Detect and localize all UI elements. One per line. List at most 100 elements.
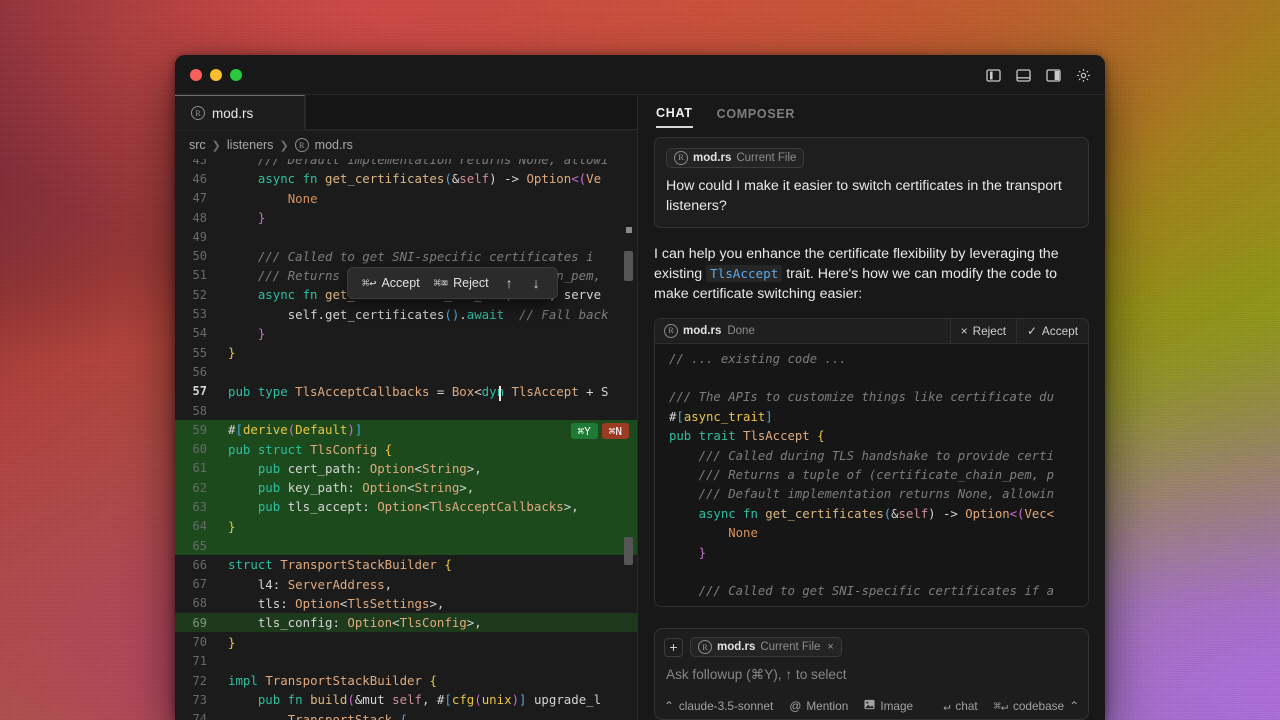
user-message-context-chip[interactable]: R mod.rs Current File	[666, 147, 805, 168]
send-chat-button[interactable]: ↵ chat	[943, 699, 977, 713]
gear-icon[interactable]	[1073, 65, 1093, 85]
code-line-text: pub tls_accept: Option<TlsAcceptCallback…	[257, 499, 579, 515]
code-line-text: pub key_path: Option<String>,	[257, 480, 475, 496]
rust-file-icon: R	[674, 150, 688, 165]
code-line[interactable]: 48 }	[175, 208, 637, 227]
add-context-button[interactable]: +	[664, 637, 683, 657]
code-line[interactable]: 53 self.get_certificates().await // Fall…	[175, 304, 637, 323]
editor-scrollbar-thumb[interactable]	[624, 251, 633, 281]
line-number: 68	[192, 596, 207, 611]
code-block-line: async fn get_certificates(&self) -> Opti…	[698, 506, 1055, 521]
line-number: 63	[192, 499, 207, 514]
code-line[interactable]: 57 pub type TlsAcceptCallbacks = Box<dyn …	[175, 382, 637, 401]
code-line[interactable]: 47 None	[175, 189, 637, 208]
chat-input-context-chip[interactable]: R mod.rs Current File ×	[690, 637, 842, 657]
code-line-text: pub fn build(&mut self, #[cfg(unix)] upg…	[257, 692, 602, 708]
code-line[interactable]: 73 pub fn build(&mut self, #[cfg(unix)] …	[175, 690, 637, 709]
line-number: 48	[192, 210, 207, 225]
editor-scrollbar[interactable]	[623, 159, 633, 720]
editor-scrollbar-thumb-secondary[interactable]	[624, 537, 633, 565]
breadcrumb-item-src[interactable]: src	[189, 138, 206, 152]
code-line-text: pub type TlsAcceptCallbacks = Box<dyn Tl…	[228, 383, 609, 401]
code-line[interactable]: 58	[175, 401, 637, 420]
code-line[interactable]: 59 #[derive(Default)] ⌘Y ⌘N	[175, 420, 637, 440]
window-titlebar	[175, 55, 1105, 95]
maximize-window-button[interactable]	[230, 68, 242, 81]
text-caret	[499, 385, 501, 401]
code-line[interactable]: 69 tls_config: Option<TlsConfig>,	[175, 613, 637, 633]
code-line[interactable]: 50 /// Called to get SNI-specific certif…	[175, 246, 637, 265]
diff-prev-icon[interactable]: ↑	[503, 275, 516, 291]
minimize-window-button[interactable]	[210, 68, 222, 81]
at-icon: @	[789, 699, 802, 713]
image-button[interactable]: Image	[864, 699, 913, 713]
tab-chat[interactable]: CHAT	[656, 98, 693, 128]
code-line[interactable]: 60 pub struct TlsConfig {	[175, 439, 637, 459]
code-block-header: R mod.rs Done × Reject ✓ Accept	[655, 318, 1088, 344]
codebase-caret-icon: ⌃	[1069, 699, 1079, 713]
chat-followup-input[interactable]: Ask followup (⌘Y), ↑ to select	[664, 657, 1079, 697]
code-editor[interactable]: 45 /// Default implementation returns No…	[175, 159, 637, 720]
code-line[interactable]: 67 l4: ServerAddress,	[175, 575, 637, 594]
line-number: 55	[192, 345, 207, 360]
diff-reject-button[interactable]: ⌘⌧ Reject	[434, 276, 489, 290]
close-window-button[interactable]	[190, 68, 202, 81]
code-line[interactable]: 71	[175, 652, 637, 671]
code-block-line: /// Called during TLS handshake to provi…	[669, 448, 1054, 463]
code-block-line: /// Called to get SNI-specific certifica…	[669, 584, 1054, 599]
line-number: 49	[192, 229, 207, 244]
code-line[interactable]: 49	[175, 227, 637, 246]
code-line[interactable]: 54 }	[175, 324, 637, 343]
line-number: 61	[192, 461, 207, 476]
code-line[interactable]: 65	[175, 535, 637, 556]
chat-input-footer: ⌃ claude-3.5-sonnet @ Mention Image ↵ ch…	[664, 697, 1079, 713]
code-line[interactable]: 68 tls: Option<TlsSettings>,	[175, 594, 637, 613]
diff-accept-button[interactable]: ⌘↩ Accept	[362, 276, 420, 290]
breadcrumb-item-file[interactable]: mod.rs	[315, 138, 353, 152]
line-number: 53	[192, 307, 207, 322]
tab-composer[interactable]: COMPOSER	[717, 99, 796, 127]
code-line[interactable]: 64}	[175, 516, 637, 536]
toggle-right-panel-icon[interactable]	[1043, 65, 1063, 85]
chat-input-box[interactable]: + R mod.rs Current File × Ask followup (…	[654, 628, 1089, 720]
code-block-body: // ... existing code ... /// The APIs to…	[655, 344, 1088, 606]
line-number: 54	[192, 326, 207, 341]
code-line[interactable]: 46 async fn get_certificates(&self) -> O…	[175, 169, 637, 188]
code-block-line: /// Default implementation returns None,…	[669, 487, 1054, 502]
code-block-reject-button[interactable]: × Reject	[949, 318, 1016, 343]
code-line[interactable]: 72 impl TransportStackBuilder {	[175, 671, 637, 690]
code-line[interactable]: 61 pub cert_path: Option<String>,	[175, 458, 637, 479]
send-codebase-button[interactable]: ⌘↵ codebase ⌃	[994, 699, 1079, 713]
diff-accept-badge[interactable]: ⌘Y	[570, 423, 598, 440]
line-number: 64	[192, 519, 207, 534]
inline-diff-popup: ⌘↩ Accept ⌘⌧ Reject ↑ ↓	[347, 267, 558, 299]
toggle-bottom-panel-icon[interactable]	[1013, 65, 1033, 85]
code-line[interactable]: 70}	[175, 632, 637, 651]
code-line[interactable]: 45 /// Default implementation returns No…	[175, 159, 637, 169]
remove-context-icon[interactable]: ×	[827, 641, 833, 653]
code-line[interactable]: 56	[175, 362, 637, 381]
code-block-accept-button[interactable]: ✓ Accept	[1016, 318, 1088, 343]
code-block-reject-label: Reject	[972, 323, 1007, 338]
code-block-line: pub trait TlsAccept {	[669, 429, 825, 444]
diff-next-icon[interactable]: ↓	[530, 275, 543, 291]
code-line-text: self.get_certificates().await // Fall ba…	[287, 306, 609, 322]
code-line[interactable]: 62 pub key_path: Option<String>,	[175, 478, 637, 498]
model-selector[interactable]: ⌃ claude-3.5-sonnet	[664, 699, 773, 713]
reject-x-icon: ×	[960, 323, 968, 338]
mention-button[interactable]: @ Mention	[789, 699, 848, 713]
code-line[interactable]: 66 struct TransportStackBuilder {	[175, 555, 637, 574]
editor-tab-mod-rs[interactable]: R mod.rs	[175, 95, 305, 130]
code-line-text: struct TransportStackBuilder {	[228, 557, 452, 573]
codebase-label: codebase	[1012, 699, 1065, 713]
image-icon	[864, 699, 875, 713]
toggle-left-sidebar-icon[interactable]	[983, 65, 1003, 85]
code-line[interactable]: 74 TransportStack {	[175, 710, 637, 720]
breadcrumb-item-listeners[interactable]: listeners	[227, 138, 274, 152]
code-line[interactable]: 63 pub tls_accept: Option<TlsAcceptCallb…	[175, 497, 637, 517]
code-block-line: /// Returns a tuple of (certificate_chai…	[669, 467, 1054, 482]
chat-label: chat	[955, 699, 978, 713]
model-name: claude-3.5-sonnet	[678, 699, 774, 713]
code-line-text: }	[257, 210, 266, 226]
code-line[interactable]: 55}	[175, 343, 637, 362]
